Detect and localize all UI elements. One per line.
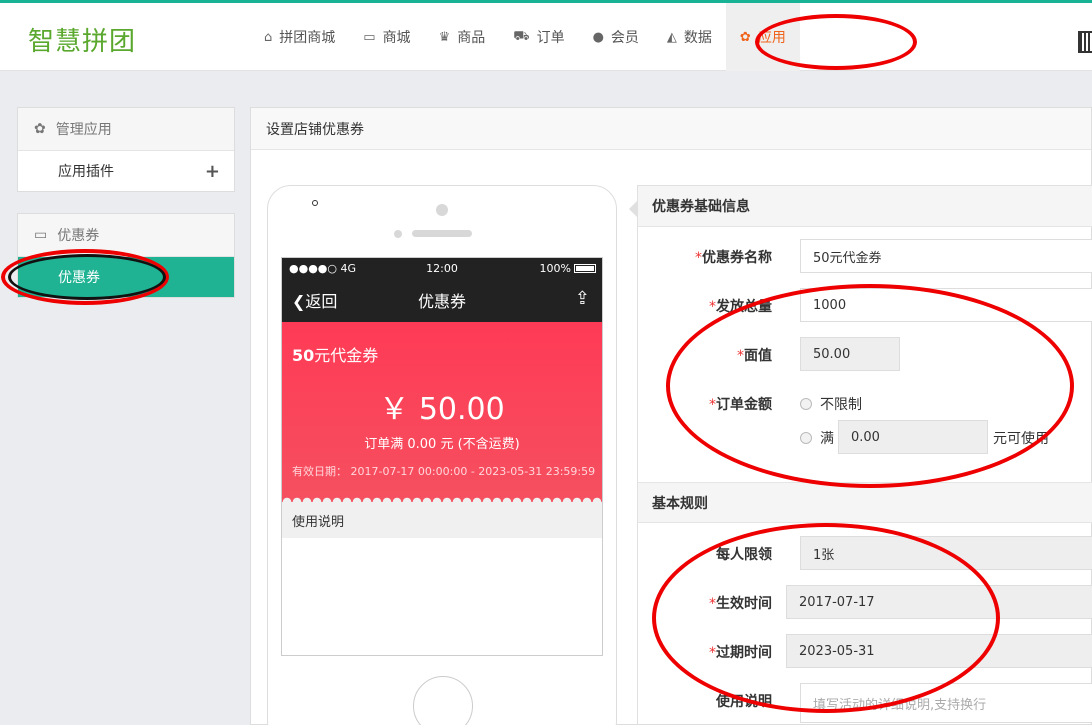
cubes-icon: ✿ <box>34 121 46 137</box>
inbox-icon: ▭ <box>34 227 48 243</box>
plus-icon[interactable]: + <box>205 161 220 182</box>
radio-circle[interactable] <box>800 432 812 444</box>
total-quantity-input[interactable]: 1000 <box>800 288 1092 322</box>
coupon-name-input[interactable]: 50元代金券 <box>800 239 1092 273</box>
main-panel: 设置店铺优惠券 ●●●●○ 4G 12:00 100% ❮返回 优惠券 ⇪ 50… <box>250 107 1092 725</box>
coupon-name: 50元代金券 <box>292 346 379 365</box>
page-title: 设置店铺优惠券 <box>251 108 1091 150</box>
field-label: *面值 <box>737 348 772 364</box>
field-label: *生效时间 <box>709 596 772 612</box>
sidebar-group-title: 优惠券 <box>57 228 100 244</box>
coupon-edge <box>282 497 602 507</box>
face-value-input[interactable]: 50.00 <box>800 337 900 371</box>
monitor-icon: ▭ <box>363 29 376 45</box>
qrcode-icon[interactable] <box>1078 31 1092 53</box>
row-order-min: 满 0.00 元可使用 <box>638 420 1092 454</box>
nav-item-products[interactable]: ♛ 商品 <box>425 3 500 71</box>
nav-label: 商品 <box>457 30 486 46</box>
phone-status-bar: ●●●●○ 4G 12:00 100% <box>282 258 602 278</box>
field-label: *优惠券名称 <box>695 250 772 266</box>
phone-dot <box>312 200 318 206</box>
radio-label: 不限制 <box>820 397 862 413</box>
sidebar-group-title: 管理应用 <box>55 122 112 138</box>
usage-heading: 使用说明 <box>282 502 602 538</box>
nav-label: 拼团商城 <box>279 30 336 46</box>
field-label: 使用说明 <box>716 694 772 710</box>
nav-item-data[interactable]: ◭ 数据 <box>653 3 726 71</box>
sidebar-item-app-plugins[interactable]: 应用插件 + <box>18 151 234 191</box>
coupon-validity: 有效日期： 2017-07-17 00:00:00 - 2023-05-31 2… <box>292 465 596 478</box>
row-total: *发放总量 1000 <box>638 288 1092 322</box>
row-start-time: *生效时间 2017-07-17 <box>638 585 1092 619</box>
radio-label: 满 <box>820 431 834 447</box>
phone-screen: ●●●●○ 4G 12:00 100% ❮返回 优惠券 ⇪ 50元代金券 ￥ 5… <box>281 257 603 656</box>
nav-item-mall[interactable]: ▭ 商城 <box>349 3 424 71</box>
sidebar-group-manage-apps: ✿ 管理应用 应用插件 + <box>17 107 235 192</box>
row-coupon-name: *优惠券名称 50元代金券 <box>638 239 1092 273</box>
nav-label: 会员 <box>610 30 639 46</box>
top-navbar: 智慧拼团 ⌂ 拼团商城 ▭ 商城 ♛ 商品 ⛟ 订单 ● 会员 ◭ 数据 ✿ 应… <box>0 0 1092 71</box>
field-label: *过期时间 <box>709 645 772 661</box>
radio-unlimited[interactable]: 不限制 <box>800 394 862 414</box>
phone-preview: ●●●●○ 4G 12:00 100% ❮返回 优惠券 ⇪ 50元代金券 ￥ 5… <box>267 185 617 725</box>
nav-label: 订单 <box>536 30 565 46</box>
radio-minimum[interactable]: 满 <box>800 428 834 448</box>
sidebar-item-coupons[interactable]: 优惠券 <box>18 257 234 297</box>
nav-item-orders[interactable]: ⛟ 订单 <box>499 3 578 71</box>
field-label: *订单金额 <box>709 397 772 413</box>
coupon-form: 优惠券基础信息 *优惠券名称 50元代金券 *发放总量 1000 *面值 50.… <box>629 185 1092 725</box>
nav-label: 数据 <box>683 30 712 46</box>
gift-icon: ♛ <box>438 29 451 45</box>
phone-title: 优惠券 <box>417 292 466 311</box>
battery-icon <box>574 263 596 273</box>
phone-sensor <box>394 230 402 238</box>
field-label: 每人限领 <box>716 547 772 563</box>
sidebar-item-label: 应用插件 <box>58 164 114 180</box>
phone-camera <box>436 204 448 216</box>
sidebar-group-header: ▭ 优惠券 <box>18 214 234 257</box>
coupon-card: 50元代金券 ￥ 50.00 订单满 0.00 元 (不含运费) 有效日期： 2… <box>282 322 602 507</box>
min-amount-suffix: 元可使用 <box>993 431 1049 447</box>
phone-title-bar: ❮返回 优惠券 ⇪ <box>282 278 602 322</box>
nav-item-members[interactable]: ● 会员 <box>579 3 653 71</box>
sidebar-item-label: 优惠券 <box>58 270 100 286</box>
per-limit-select[interactable]: 1张 <box>800 536 1092 570</box>
sidebar-group-header: ✿ 管理应用 <box>18 108 234 151</box>
battery-indicator: 100% <box>540 262 596 275</box>
coupon-condition: 订单满 0.00 元 (不含运费) <box>364 437 520 452</box>
sidebar-group-coupons: ▭ 优惠券 优惠券 <box>17 213 235 298</box>
phone-home-button <box>413 676 473 725</box>
home-icon: ⌂ <box>264 29 273 45</box>
row-face-value: *面值 50.00 <box>638 337 1092 371</box>
coupon-amount: ￥ 50.00 <box>379 392 505 427</box>
brand-logo[interactable]: 智慧拼团 <box>28 21 136 58</box>
row-per-limit: 每人限领 1张 <box>638 536 1092 570</box>
nav-item-pintuan-mall[interactable]: ⌂ 拼团商城 <box>250 3 349 71</box>
battery-text: 100% <box>539 261 571 275</box>
description-textarea[interactable]: 填写活动的详细说明,支持换行 <box>800 683 1092 723</box>
nav-label: 商城 <box>382 30 411 46</box>
row-end-time: *过期时间 2023-05-31 <box>638 634 1092 668</box>
share-icon[interactable]: ⇪ <box>575 288 590 309</box>
start-date-input[interactable]: 2017-07-17 <box>786 585 1092 619</box>
section-basic-rules: 基本规则 <box>638 482 1092 523</box>
end-date-input[interactable]: 2023-05-31 <box>786 634 1092 668</box>
row-description: 使用说明 填写活动的详细说明,支持换行 <box>638 683 1092 723</box>
main-nav: ⌂ 拼团商城 ▭ 商城 ♛ 商品 ⛟ 订单 ● 会员 ◭ 数据 ✿ 应用 <box>250 3 800 71</box>
user-icon: ● <box>592 29 604 45</box>
cart-icon: ⛟ <box>513 28 530 44</box>
radio-circle[interactable] <box>800 398 812 410</box>
section-basic-info: 优惠券基础信息 <box>638 186 1092 227</box>
field-label: *发放总量 <box>709 299 772 315</box>
phone-speaker <box>412 230 472 237</box>
apps-icon: ✿ <box>739 29 751 45</box>
row-order-amount: *订单金额 不限制 <box>638 386 1092 420</box>
chart-icon: ◭ <box>666 29 677 45</box>
nav-item-apps[interactable]: ✿ 应用 <box>725 3 800 71</box>
nav-label: 应用 <box>757 30 786 46</box>
min-amount-input[interactable]: 0.00 <box>838 420 988 454</box>
